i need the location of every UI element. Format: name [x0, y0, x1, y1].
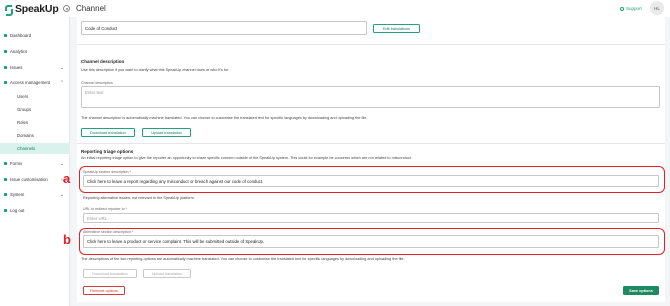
sidebar-item-forms[interactable]: Forms ⌄	[0, 158, 70, 169]
channel-name-input[interactable]: Code of Conduct	[81, 21, 367, 35]
annotation-label-b: b	[63, 232, 71, 247]
sidebar-item-issue-customisation[interactable]: Issue customisation Beta	[0, 174, 70, 185]
channel-description-label: Channel description	[81, 81, 113, 85]
dashboard-icon	[4, 34, 7, 37]
sidebar-item-analytics[interactable]: Analytics	[0, 46, 70, 57]
access-icon	[4, 81, 7, 84]
sidebar-item-label: Log out	[10, 208, 25, 213]
sidebar-item-label: Users	[17, 94, 29, 99]
divider	[77, 44, 665, 45]
annotation-highlight-b	[79, 228, 665, 255]
channel-description-help: Use this description if you want to clar…	[81, 68, 229, 72]
channel-settings-panel: Code of Conduct Edit translations Channe…	[77, 17, 665, 302]
sidebar-item-label: Issues	[10, 65, 23, 70]
log-out-icon	[4, 209, 7, 212]
system-icon	[4, 193, 7, 196]
top-bar: SpeakUp Channel Support HL	[0, 0, 670, 17]
support-label: Support	[626, 6, 642, 11]
chevron-down-icon: ⌄	[59, 191, 64, 198]
sidebar-item-channels[interactable]: Channels	[0, 143, 70, 154]
redirect-url-input[interactable]: Enter URL	[83, 213, 659, 223]
triage-translation-note: The descriptions of the two reporting op…	[81, 257, 405, 261]
sidebar-item-access-management[interactable]: Access management ⌃	[0, 77, 70, 88]
triage-help: An initial reporting triage option to gi…	[81, 156, 412, 160]
divider	[77, 143, 665, 144]
settings-gear-icon[interactable]	[63, 5, 70, 12]
alternative-issues-note: Reporting alternative issues, not releva…	[83, 196, 195, 200]
page-title: Channel	[76, 4, 106, 13]
sidebar-item-log-out[interactable]: Log out	[0, 205, 70, 216]
sidebar-item-label: Access management	[10, 80, 51, 85]
annotation-label-a: a	[63, 171, 71, 186]
forms-icon	[4, 162, 7, 165]
remove-options-button[interactable]: Remove options	[83, 286, 125, 295]
support-link[interactable]: Support	[620, 6, 642, 11]
chevron-down-icon: ⌄	[59, 64, 64, 71]
avatar[interactable]: HL	[650, 1, 664, 15]
sidebar: Dashboard Analytics Issues ⌄ Access mana…	[0, 17, 70, 306]
sidebar-item-label: Channels	[17, 146, 36, 151]
sidebar-item-label: Groups	[17, 107, 32, 112]
upload-translation-button-disabled[interactable]: Upload translation	[143, 269, 191, 278]
redirect-url-label: URL to redirect reporter to *	[83, 207, 128, 211]
sidebar-item-groups[interactable]: Groups	[0, 104, 70, 115]
sidebar-item-label: System	[10, 192, 25, 197]
sidebar-item-domains[interactable]: Domains	[0, 130, 70, 141]
help-circle-icon	[620, 6, 624, 11]
sidebar-item-roles[interactable]: Roles	[0, 117, 70, 128]
sidebar-item-label: Dashboard	[10, 33, 32, 38]
sidebar-item-label: Roles	[17, 120, 28, 125]
download-translation-button[interactable]: Download translation	[81, 128, 135, 137]
edit-translations-button[interactable]: Edit translations	[373, 24, 420, 33]
analytics-icon	[4, 50, 7, 53]
upload-translation-button[interactable]: Upload translation	[142, 128, 191, 137]
sidebar-item-label: Domains	[17, 133, 34, 138]
save-options-button[interactable]: Save options	[623, 286, 659, 295]
download-translation-button-disabled[interactable]: Download translation	[83, 269, 137, 278]
sidebar-item-label: Forms	[10, 161, 23, 166]
channel-description-textarea[interactable]: Enter text	[81, 86, 660, 108]
chevron-down-icon: ⌄	[59, 160, 64, 167]
speakup-logo[interactable]: SpeakUp	[5, 3, 59, 16]
sidebar-item-label: Issue customisation	[10, 177, 48, 182]
sidebar-item-system[interactable]: System ⌄	[0, 189, 70, 200]
customisation-icon	[4, 178, 7, 181]
triage-heading: Reporting triage options	[81, 149, 134, 154]
annotation-highlight-a	[79, 166, 665, 193]
channel-description-heading: Channel description	[81, 59, 125, 64]
sidebar-item-dashboard[interactable]: Dashboard	[0, 30, 70, 41]
speakup-logo-icon	[5, 4, 13, 16]
logo-text: SpeakUp	[15, 3, 59, 15]
chevron-up-icon: ⌃	[59, 79, 64, 86]
sidebar-item-issues[interactable]: Issues ⌄	[0, 62, 70, 73]
sidebar-item-label: Analytics	[10, 49, 28, 54]
channel-description-note: The channel description is automatically…	[81, 116, 368, 120]
sidebar-item-users[interactable]: Users	[0, 91, 70, 102]
issues-icon	[4, 66, 7, 69]
